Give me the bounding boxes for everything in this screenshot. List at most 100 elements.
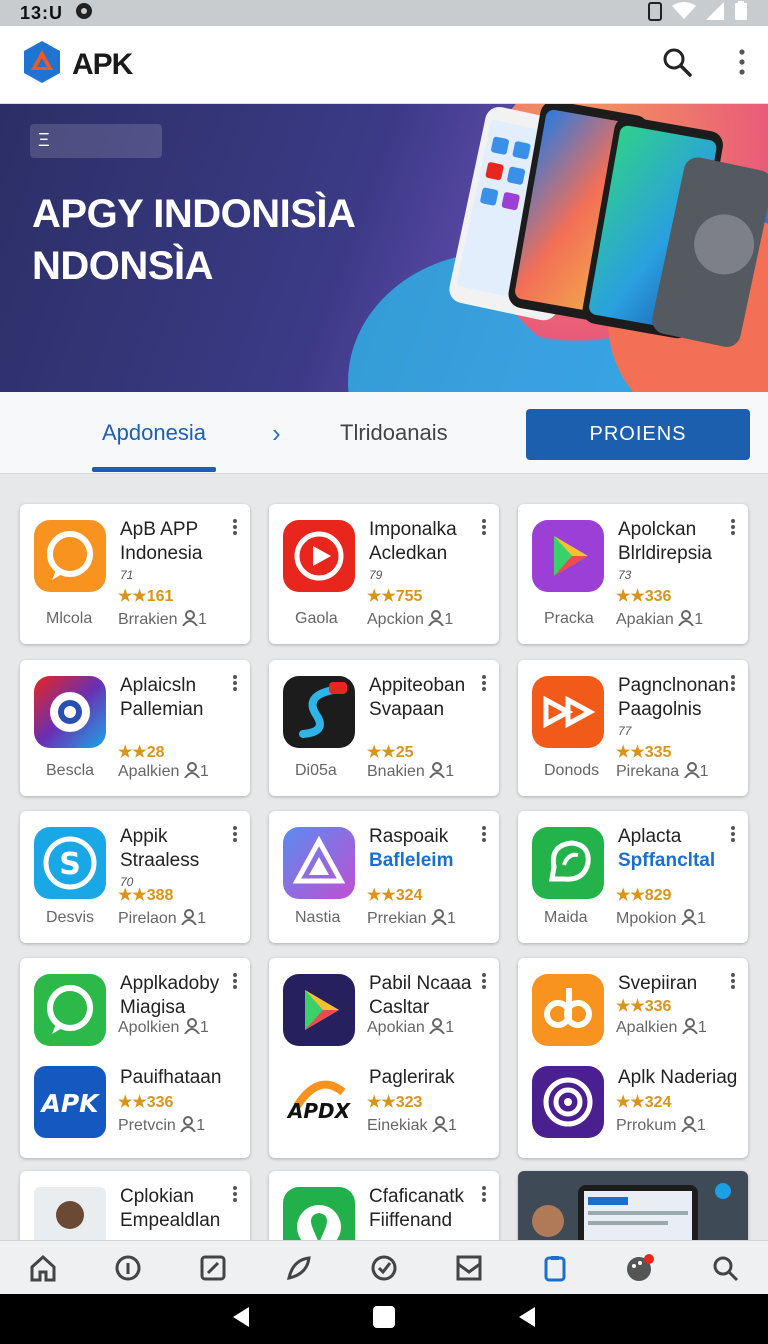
app-card[interactable]: Apolckan Blrldirepsia 73 ★★336 Pracka Apakian… (518, 504, 748, 644)
search-button[interactable] (662, 47, 692, 82)
app-card[interactable]: ApB APP Indonesia 71 ★★161 Mlcola Brrakien 1 (20, 504, 250, 644)
overflow-menu-button[interactable] (738, 48, 746, 81)
app-developer: Apokian 1 (367, 1018, 454, 1037)
more-vert-icon[interactable] (481, 825, 487, 843)
signal-icon (706, 1, 724, 25)
developer-label: Apolkien (118, 1019, 180, 1036)
app-card[interactable]: Cplokian Empealdlan (20, 1171, 250, 1242)
svg-text:APDX: APDX (286, 1099, 352, 1123)
svg-text:S: S (59, 847, 81, 882)
banner-title-line1: APGY INDONISÌA (32, 192, 356, 236)
app-card[interactable]: Cfaficanatk Fiiffenand (269, 1171, 499, 1242)
app-rating: ★★336 (118, 1094, 174, 1111)
app-name: Appiteoban (369, 675, 466, 696)
home-icon[interactable] (27, 1252, 59, 1284)
chevron-right-icon[interactable]: › (272, 418, 281, 449)
app-rating: ★★28 (118, 744, 165, 761)
app-card[interactable]: Raspoaik Bafleleim ★★324 Nastia Prrekian 1 (269, 811, 499, 943)
developer-label: Apalkien (616, 1019, 678, 1036)
app-card[interactable]: S Appik Straaless 70 ★★388 Desvis Pirelaon 1 (20, 811, 250, 943)
app-category: Bescla (46, 762, 95, 779)
app-name: Pagnclnonan (618, 675, 729, 696)
person-icon (681, 909, 697, 926)
person-icon (181, 909, 197, 926)
app-name-line2: Paagolnis (618, 699, 702, 720)
search-nav-icon[interactable] (709, 1252, 741, 1284)
app-developer: Pretvcin 1 (118, 1116, 205, 1135)
palette-icon[interactable] (624, 1252, 656, 1284)
more-vert-icon[interactable] (481, 972, 487, 990)
person-icon (429, 1018, 446, 1035)
app-developer: Prrekian 1 (367, 909, 456, 928)
more-vert-icon[interactable] (730, 972, 736, 990)
app-name: Aplaicsln (120, 675, 197, 696)
featured-photo-card[interactable] (518, 1171, 748, 1242)
app-developer: Bnakien 1 (367, 762, 454, 781)
info-icon[interactable] (112, 1252, 144, 1284)
app-card[interactable]: Svepiiran ★★336 Apalkien 1 Aplk Naderiag ★★3… (518, 958, 748, 1158)
photo-image (518, 1171, 748, 1242)
check-icon[interactable] (368, 1252, 400, 1284)
more-vert-icon[interactable] (232, 1185, 238, 1203)
app-version: 79 (369, 568, 383, 582)
recents-button[interactable] (517, 1305, 537, 1334)
promo-banner[interactable]: Ξ APGY INDONISÌA NDONSÌA (0, 104, 768, 392)
person-icon (431, 909, 447, 926)
app-category: Pracka (544, 610, 594, 627)
more-vert-icon[interactable] (232, 518, 238, 536)
tab-apdonesia[interactable]: Apdonesia (92, 420, 216, 446)
app-card[interactable]: Pagnclnonan Paagolnis 77 ★★335 Donods Pirekan… (518, 660, 748, 796)
person-icon (678, 610, 695, 627)
more-vert-icon[interactable] (730, 674, 736, 692)
install-count: 1 (444, 611, 454, 628)
app-card[interactable]: Aplacta Spffancltal ★★829 Maida Mpokion 1 (518, 811, 748, 943)
developer-label: Pirekana (616, 763, 680, 780)
app-name: Pabil Ncaaa (369, 973, 472, 994)
person-icon (681, 1116, 697, 1133)
app-name-line2: Fiiffenand (369, 1210, 453, 1231)
app-card[interactable]: Aplaicsln Pallemian ★★28 Bescla Apalkien 1 (20, 660, 250, 796)
person-icon (428, 610, 445, 627)
more-vert-icon[interactable] (232, 674, 238, 692)
more-vert-icon[interactable] (481, 1185, 487, 1203)
install-count: 1 (447, 1117, 457, 1134)
proiens-button[interactable]: PROIENS (526, 409, 750, 460)
home-button[interactable] (372, 1305, 396, 1334)
avatar (34, 1187, 106, 1242)
app-logo (22, 40, 62, 89)
developer-label: Prrokum (616, 1117, 677, 1134)
app-name-line2: Straaless (120, 850, 200, 871)
app-name: Paglerirak (369, 1067, 455, 1088)
more-vert-icon[interactable] (232, 825, 238, 843)
back-button[interactable] (231, 1305, 251, 1334)
app-name: Raspoaik (369, 826, 449, 847)
app-category: Donods (544, 762, 600, 779)
app-card[interactable]: Appiteoban Svapaan ★★25 Di05a Bnakien 1 (269, 660, 499, 796)
more-vert-icon[interactable] (232, 972, 238, 990)
chat-icon (34, 520, 106, 592)
svg-text:APK: APK (39, 1089, 100, 1118)
more-vert-icon[interactable] (481, 518, 487, 536)
tab-tlridoanais[interactable]: Tlridoanais (340, 420, 448, 446)
app-card[interactable]: Imponalka Acledkan 79 ★★755 Gaola Apckion 1 (269, 504, 499, 644)
app-name-line2: Empealdlan (120, 1210, 221, 1231)
app-card[interactable]: Pabil Ncaaa Casltar Apokian 1 APDX Paglerira… (269, 958, 499, 1158)
leaf-chat-icon (532, 827, 604, 899)
app-bar: APK (0, 26, 768, 104)
app-developer: Einekiak 1 (367, 1116, 457, 1135)
inbox-icon[interactable] (453, 1252, 485, 1284)
tablet-icon[interactable] (539, 1252, 571, 1284)
more-vert-icon[interactable] (481, 674, 487, 692)
more-vert-icon[interactable] (730, 518, 736, 536)
developer-label: Pirelaon (118, 910, 177, 927)
feather-icon[interactable] (283, 1252, 315, 1284)
more-vert-icon (739, 49, 745, 75)
app-developer: Apalkien 1 (616, 1018, 707, 1037)
app-card[interactable]: Applkadoby Miagisa Apolkien 1 APK Pauifhataa… (20, 958, 250, 1158)
edit-icon[interactable] (197, 1252, 229, 1284)
install-count: 1 (699, 763, 709, 780)
more-vert-icon[interactable] (730, 825, 736, 843)
app-name-line2: Indonesia (120, 543, 203, 564)
app-name: Imponalka (369, 519, 457, 540)
install-count: 1 (197, 910, 207, 927)
